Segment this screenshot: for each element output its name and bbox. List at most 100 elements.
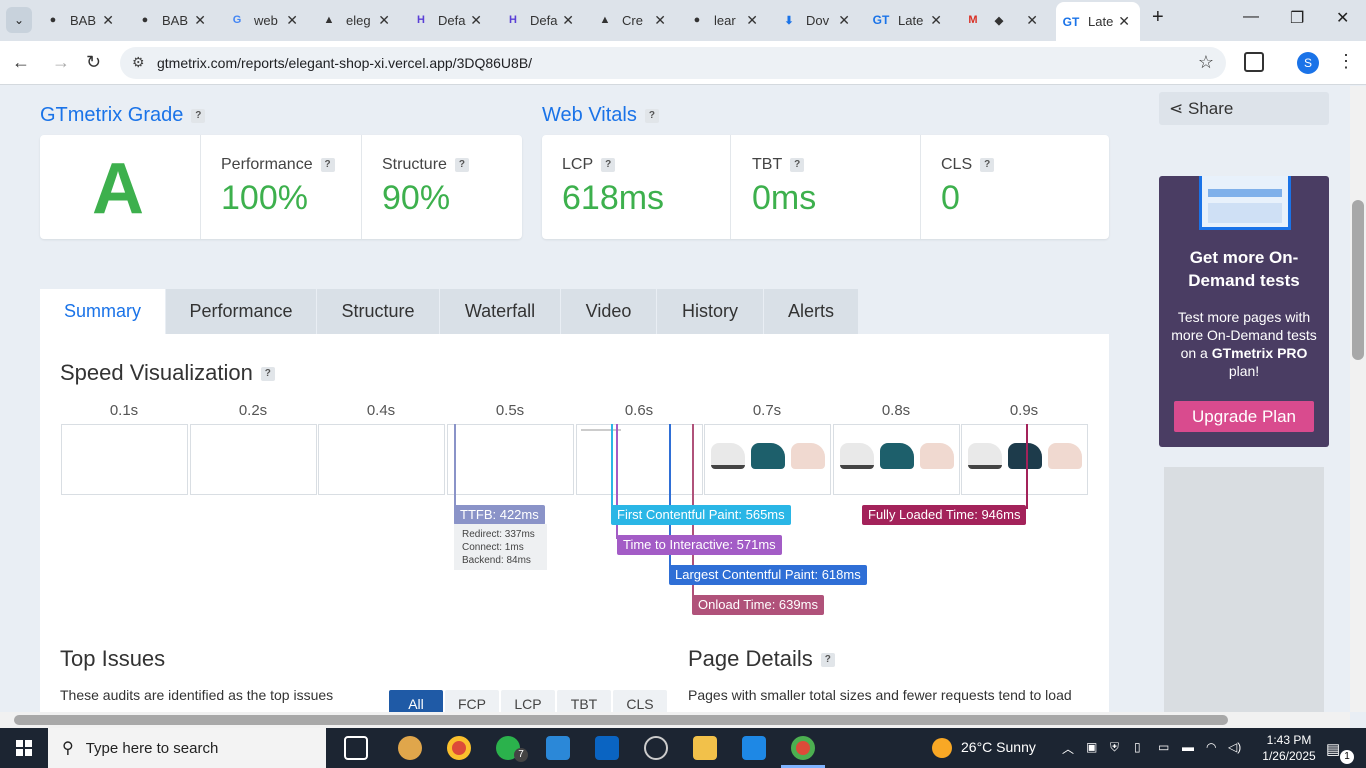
address-bar[interactable]: ⚙ gtmetrix.com/reports/elegant-shop-xi.v… (120, 47, 1226, 79)
help-icon[interactable]: ? (790, 157, 805, 172)
tab-summary[interactable]: Summary (40, 289, 166, 334)
meet-now-icon[interactable]: ▭ (1158, 740, 1169, 754)
copilot-icon[interactable] (398, 736, 422, 760)
bookmark-star-icon[interactable]: ☆ (1198, 52, 1214, 73)
filter-fcp[interactable]: FCP (445, 690, 499, 712)
battery-icon[interactable]: ▯ (1134, 740, 1141, 754)
store-icon[interactable] (546, 736, 570, 760)
divider (730, 135, 731, 239)
filter-cls[interactable]: CLS (613, 690, 667, 712)
obs-icon[interactable] (644, 736, 668, 760)
browser-tab[interactable]: H Defa ✕ (504, 5, 584, 35)
horizontal-scroll-thumb[interactable] (14, 715, 1228, 725)
security-icon[interactable]: ⛨ (1110, 740, 1119, 755)
close-tab-icon[interactable]: ✕ (1026, 12, 1038, 29)
reload-icon[interactable]: ↻ (86, 52, 101, 73)
taskbar-search-box[interactable]: ⚲ Type here to search (48, 728, 326, 768)
minimize-icon[interactable]: — (1243, 8, 1259, 26)
wifi-icon[interactable]: ◠ (1206, 740, 1216, 754)
browser-tab[interactable]: ● lear ✕ (688, 5, 768, 35)
outlook-icon[interactable] (595, 736, 619, 760)
chrome-active-icon[interactable] (791, 736, 815, 760)
filter-all[interactable]: All (389, 690, 443, 712)
close-tab-icon[interactable]: ✕ (746, 12, 758, 29)
notification-icon[interactable]: ▤ (1326, 740, 1340, 758)
vercel-icon: ▲ (599, 14, 611, 26)
tab-performance[interactable]: Performance (166, 289, 317, 334)
power-icon[interactable]: ▬ (1182, 740, 1194, 754)
clock[interactable]: 1:43 PM 1/26/2025 (1262, 732, 1316, 764)
file-explorer-icon[interactable] (693, 736, 717, 760)
browser-tab[interactable]: GT Late ✕ (872, 5, 952, 35)
close-tab-icon[interactable]: ✕ (654, 12, 666, 29)
help-icon[interactable]: ? (454, 157, 469, 172)
help-icon[interactable]: ? (980, 157, 995, 172)
new-tab-icon[interactable]: + (1152, 6, 1164, 29)
tray-app-icon[interactable]: ▣ (1086, 740, 1097, 754)
site-info-icon[interactable]: ⚙ (132, 54, 145, 71)
filmstrip-frame[interactable] (961, 424, 1088, 495)
tab-history[interactable]: History (657, 289, 764, 334)
tab-waterfall[interactable]: Waterfall (440, 289, 561, 334)
show-hidden-icons[interactable]: ︿ (1062, 740, 1074, 757)
filter-tbt[interactable]: TBT (557, 690, 611, 712)
forward-icon[interactable]: → (52, 52, 70, 73)
filmstrip-frame[interactable] (576, 424, 703, 495)
browser-tab[interactable]: ▲ eleg ✕ (320, 5, 400, 35)
help-icon[interactable]: ? (820, 653, 835, 668)
filmstrip-frame[interactable] (833, 424, 960, 495)
close-tab-icon[interactable]: ✕ (194, 12, 206, 29)
browser-tab[interactable]: G web ✕ (228, 5, 308, 35)
browser-tab[interactable]: ▲ Cre ✕ (596, 5, 676, 35)
browser-tab-active[interactable]: GT Late ✕ (1056, 2, 1140, 41)
close-tab-icon[interactable]: ✕ (930, 12, 942, 29)
tab-search-icon[interactable]: ⌄ (6, 7, 32, 33)
filmstrip-frame[interactable] (190, 424, 317, 495)
chrome-icon[interactable] (447, 736, 471, 760)
back-icon[interactable]: ← (12, 52, 30, 73)
help-icon[interactable]: ? (601, 157, 616, 172)
help-icon[interactable]: ? (320, 157, 335, 172)
close-tab-icon[interactable]: ✕ (838, 12, 850, 29)
upgrade-plan-button[interactable]: Upgrade Plan (1174, 401, 1314, 432)
shoe-thumbnail (1048, 443, 1082, 469)
close-tab-icon[interactable]: ✕ (286, 12, 298, 29)
browser-tab[interactable]: ● BAB ✕ (44, 5, 124, 35)
browser-tab[interactable]: ● BAB ✕ (136, 5, 216, 35)
weather-text[interactable]: 26°C Sunny (961, 739, 1036, 755)
help-icon[interactable]: ? (644, 108, 659, 123)
close-tab-icon[interactable]: ✕ (1118, 13, 1130, 30)
close-tab-icon[interactable]: ✕ (470, 12, 482, 29)
volume-icon[interactable]: ◁) (1228, 740, 1241, 754)
filmstrip-frame[interactable] (447, 424, 574, 495)
vscode-icon[interactable] (742, 736, 766, 760)
help-icon[interactable]: ? (260, 367, 275, 382)
help-icon[interactable]: ? (191, 108, 206, 123)
browser-tab[interactable]: H Defa ✕ (412, 5, 492, 35)
maximize-icon[interactable]: ❐ (1290, 8, 1304, 28)
filmstrip-frame[interactable] (61, 424, 188, 495)
close-tab-icon[interactable]: ✕ (102, 12, 114, 29)
profile-avatar[interactable]: S (1297, 52, 1319, 74)
extensions-icon[interactable] (1244, 52, 1264, 72)
filmstrip-frame[interactable] (704, 424, 831, 495)
weather-sun-icon[interactable] (932, 738, 952, 758)
task-view-icon[interactable] (344, 736, 368, 760)
vertical-scrollbar[interactable] (1350, 86, 1366, 712)
windows-start-icon[interactable] (16, 740, 32, 756)
share-button[interactable]: ⋖ Share (1159, 92, 1329, 125)
url-text[interactable]: gtmetrix.com/reports/elegant-shop-xi.ver… (157, 55, 532, 71)
close-tab-icon[interactable]: ✕ (562, 12, 574, 29)
tab-structure[interactable]: Structure (317, 289, 440, 334)
tab-alerts[interactable]: Alerts (764, 289, 859, 334)
close-tab-icon[interactable]: ✕ (378, 12, 390, 29)
menu-icon[interactable]: ⋮ (1337, 51, 1355, 72)
frame-time-label: 0.9s (1009, 402, 1039, 419)
filmstrip-frame[interactable] (318, 424, 445, 495)
browser-tab[interactable]: M ◆ ✕ (964, 5, 1048, 35)
vertical-scroll-thumb[interactable] (1352, 200, 1364, 360)
close-window-icon[interactable]: ✕ (1336, 8, 1349, 28)
browser-tab[interactable]: ⬇ Dov ✕ (780, 5, 860, 35)
tab-video[interactable]: Video (561, 289, 657, 334)
filter-lcp[interactable]: LCP (501, 690, 555, 712)
